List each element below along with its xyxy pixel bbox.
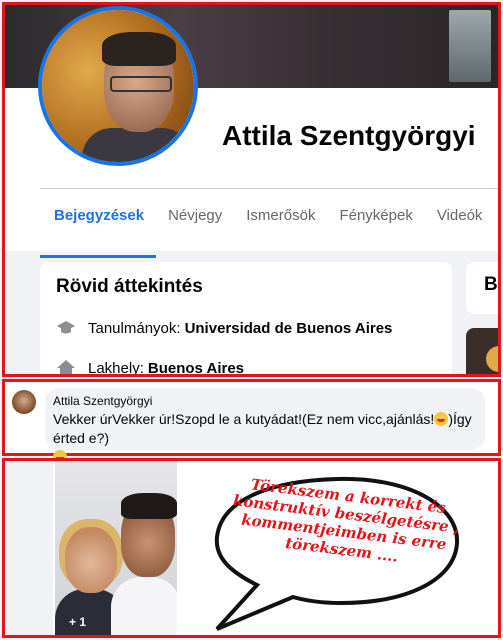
tab-about[interactable]: Névjegy (156, 202, 234, 246)
profile-name: Attila Szentgyörgyi (222, 120, 476, 151)
comment-bubble: Attila Szentgyörgyi Vekker úrVekker úr!S… (45, 388, 485, 464)
profile-avatar[interactable] (38, 6, 198, 166)
intro-studies: Tanulmányok: Universidad de Buenos Aires (56, 318, 392, 338)
tab-friends[interactable]: Ismerősök (234, 202, 327, 246)
intro-title: Rövid áttekintés (56, 276, 203, 297)
header-divider (40, 188, 499, 189)
studies-label: Tanulmányok: (88, 319, 181, 337)
intro-lives: Lakhely: Buenos Aires (56, 358, 244, 375)
emoji-icon (434, 412, 449, 426)
intro-card: Rövid áttekintés Tanulmányok: Universida… (40, 262, 452, 375)
lives-value[interactable]: Buenos Aires (148, 360, 244, 376)
tab-posts[interactable]: Bejegyzések (40, 202, 157, 258)
comment-author[interactable]: Attila Szentgyörgyi (53, 394, 152, 408)
right-card: Be (466, 262, 499, 314)
profile-tabs: Bejegyzések Névjegy Ismerősök Fényképek … (40, 202, 495, 258)
home-icon (56, 358, 76, 375)
studies-value[interactable]: Universidad de Buenos Aires (185, 320, 393, 337)
tab-videos[interactable]: Videók (425, 202, 495, 246)
right-card-title: Be (484, 274, 499, 295)
selfie-photo[interactable]: + 1 (55, 461, 177, 635)
profile-panel: Attila Szentgyörgyi Bejegyzések Névjegy … (4, 4, 499, 375)
right-card-image (466, 328, 499, 375)
comment-panel: Attila Szentgyörgyi Vekker úrVekker úr!S… (2, 379, 501, 464)
lives-label: Lakhely: (88, 359, 144, 376)
photo-panel: + 1 Törekszem a korrekt és konstruktív b… (2, 458, 501, 638)
comment-avatar[interactable] (12, 390, 36, 414)
graduation-cap-icon (56, 318, 76, 338)
tab-photos[interactable]: Fényképek (327, 202, 424, 246)
cover-monitor (449, 10, 491, 82)
photo-count-badge: + 1 (69, 615, 87, 629)
comment-text-part1: Vekker úr!Szopd le a kutyádat!(Ez nem vi… (112, 411, 435, 427)
comment-tag[interactable]: Vekker úr (53, 411, 112, 427)
